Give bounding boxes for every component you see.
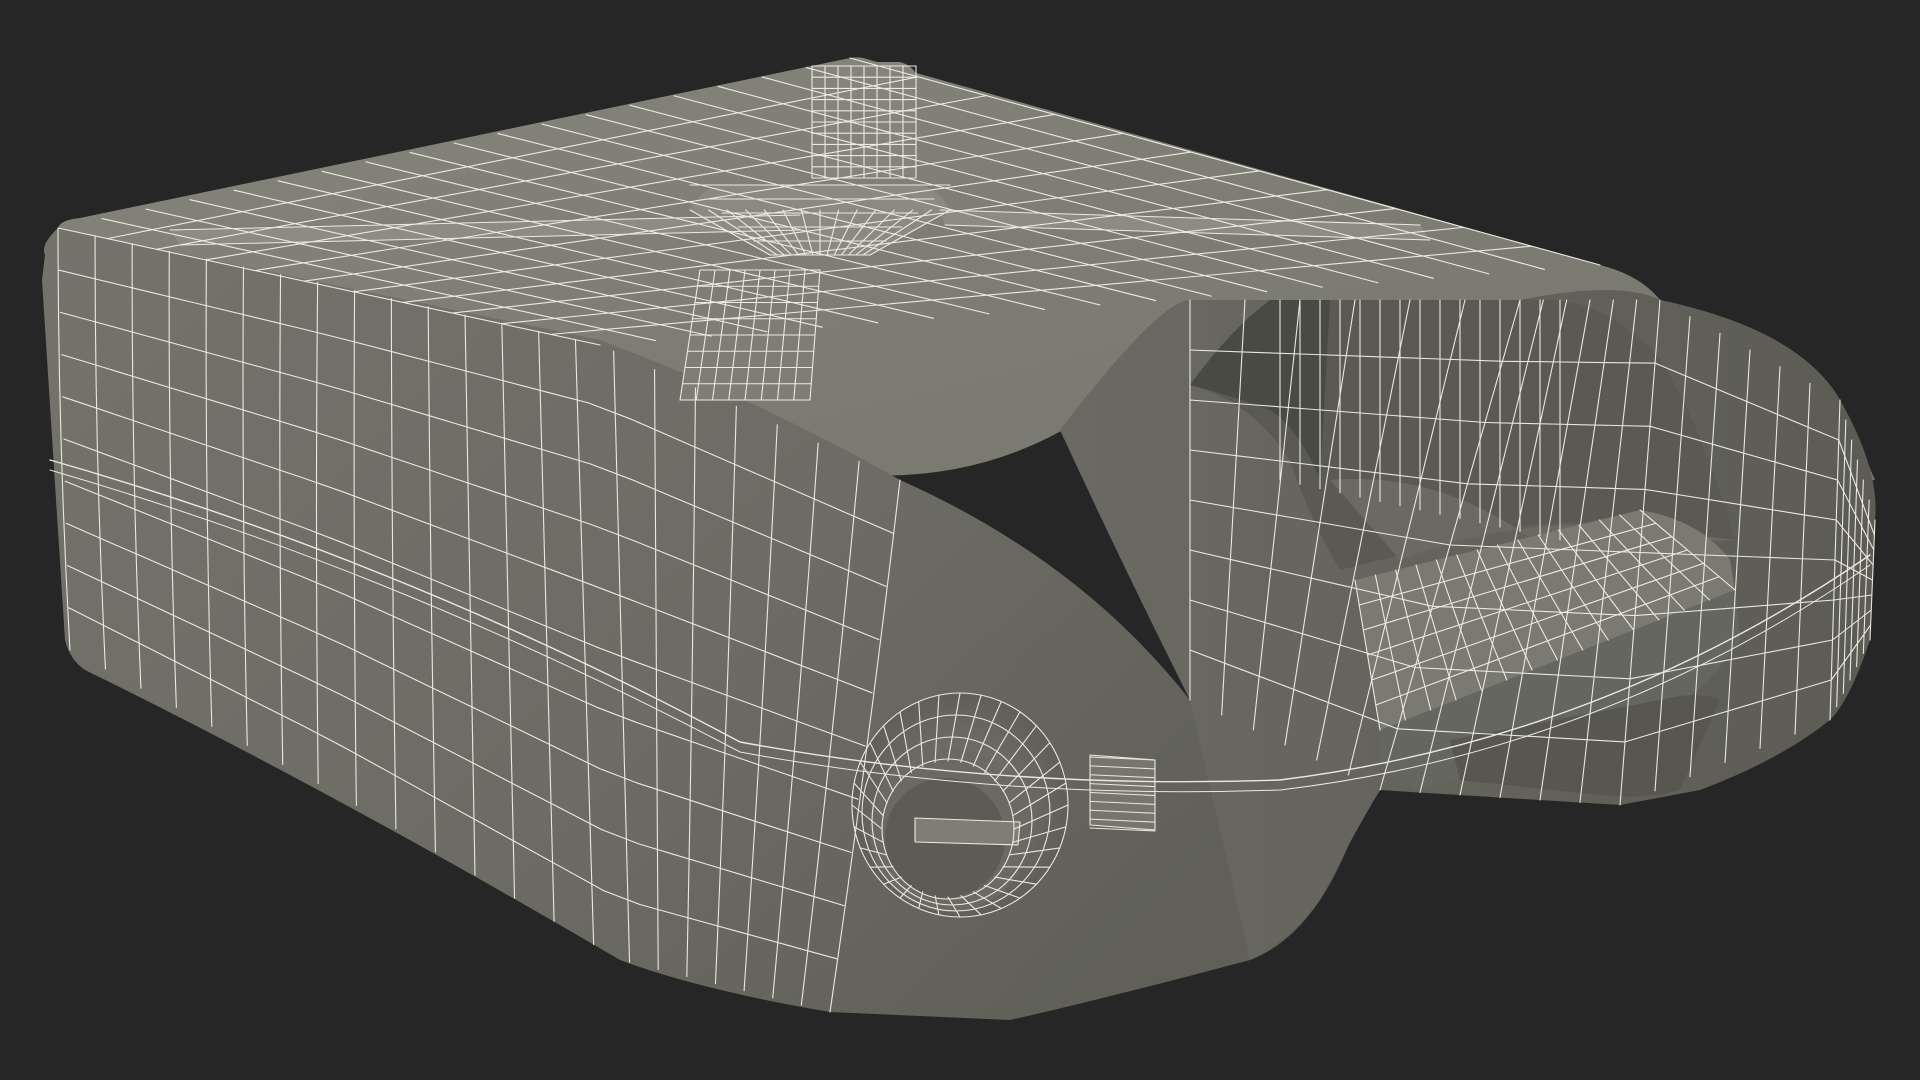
render-canvas: [42, 57, 1876, 1020]
viewport: [0, 0, 1920, 1080]
cap-grip-bar: [915, 818, 1020, 845]
